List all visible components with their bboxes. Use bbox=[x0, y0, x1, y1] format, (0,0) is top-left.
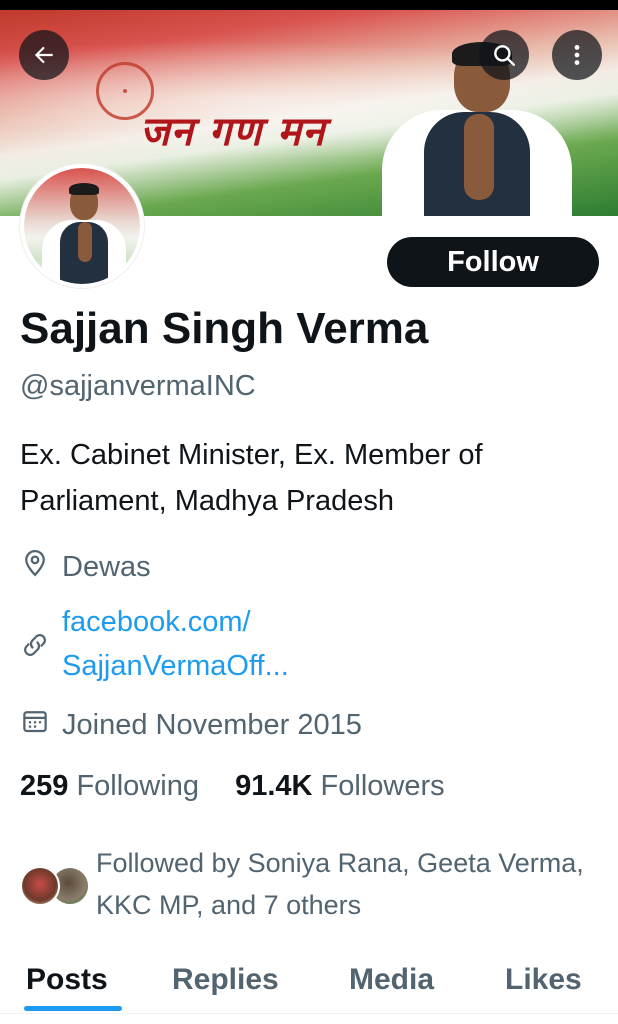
profile-name: Sajjan Singh Verma bbox=[20, 304, 429, 353]
followers-label: Followers bbox=[320, 770, 445, 802]
active-tab-indicator bbox=[24, 1006, 122, 1011]
search-icon bbox=[494, 45, 515, 66]
arrow-left-icon bbox=[34, 46, 53, 64]
location-text: Dewas bbox=[62, 551, 151, 583]
location-pin-icon bbox=[25, 549, 45, 577]
tab-likes[interactable]: Likes bbox=[505, 950, 582, 1010]
search-button[interactable] bbox=[479, 30, 529, 80]
website-link[interactable]: facebook.com/ SajjanVermaOff... bbox=[62, 600, 289, 688]
website-link-line2: SajjanVermaOff... bbox=[62, 650, 289, 682]
joined-row: Joined November 2015 bbox=[20, 706, 362, 744]
follow-button[interactable]: Follow bbox=[387, 237, 599, 287]
tab-replies[interactable]: Replies bbox=[172, 950, 279, 1010]
followed-by-text: Followed by Soniya Rana, Geeta Verma, KK… bbox=[96, 848, 584, 920]
more-vertical-icon bbox=[574, 45, 580, 65]
following-label: Following bbox=[76, 770, 199, 802]
calendar-icon bbox=[23, 711, 47, 733]
back-button[interactable] bbox=[19, 30, 69, 80]
profile-bio: Ex. Cabinet Minister, Ex. Member of Parl… bbox=[20, 439, 483, 517]
following-link[interactable]: 259 Following bbox=[20, 770, 207, 802]
followers-link[interactable]: 91.4K Followers bbox=[235, 770, 445, 802]
profile-handle: @sajjanvermaINC bbox=[20, 370, 256, 402]
follower-avatars bbox=[20, 866, 90, 906]
tabs-divider bbox=[0, 1013, 618, 1014]
avatar[interactable] bbox=[20, 164, 144, 288]
follow-stats: 259 Following 91.4K Followers bbox=[20, 770, 445, 803]
tab-media[interactable]: Media bbox=[349, 950, 434, 1010]
profile-tabs: Posts Replies Media Likes bbox=[0, 950, 618, 1010]
banner-portrait bbox=[382, 34, 572, 216]
banner-text: जन गण मन bbox=[140, 108, 326, 155]
location-row: Dewas bbox=[20, 548, 151, 586]
tab-posts[interactable]: Posts bbox=[26, 950, 108, 1010]
followed-by-row[interactable]: Followed by Soniya Rana, Geeta Verma, KK… bbox=[20, 842, 610, 926]
website-row[interactable]: facebook.com/ SajjanVermaOff... bbox=[20, 600, 289, 688]
more-options-button[interactable] bbox=[552, 30, 602, 80]
link-icon bbox=[24, 634, 46, 656]
follower-avatar bbox=[20, 866, 60, 906]
followers-count: 91.4K bbox=[235, 770, 313, 802]
following-count: 259 bbox=[20, 770, 69, 802]
website-link-line1: facebook.com/ bbox=[62, 606, 251, 638]
joined-text: Joined November 2015 bbox=[62, 709, 362, 741]
status-bar bbox=[0, 0, 618, 10]
avatar-image bbox=[24, 168, 140, 284]
